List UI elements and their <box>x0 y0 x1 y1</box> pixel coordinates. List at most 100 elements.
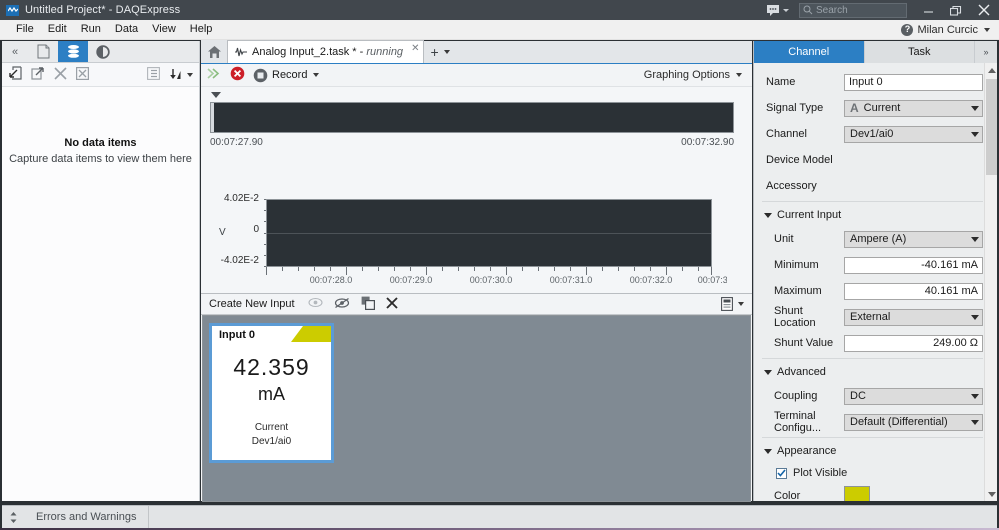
field-shunt-location-label: Shunt Location <box>774 305 816 329</box>
configuration-body: Name Input 0 Signal Type A Current Chann… <box>754 63 997 501</box>
home-icon <box>207 45 221 58</box>
menu-data[interactable]: Data <box>108 20 145 39</box>
menu-edit[interactable]: Edit <box>41 20 74 39</box>
field-channel-label: Channel <box>766 128 807 140</box>
collapse-left-icon[interactable]: « <box>2 41 28 62</box>
main-workspace: Analog Input_2.task * - running ✕ + Reco… <box>201 40 752 502</box>
sidebar-tab-data[interactable] <box>58 41 88 62</box>
field-device-model: Device Model <box>754 147 997 173</box>
plot-visible-checkbox[interactable] <box>776 467 787 479</box>
menu-view[interactable]: View <box>145 20 183 39</box>
scrollbar-thumb[interactable] <box>986 79 997 175</box>
window-title: Untitled Project* - DAQExpress <box>25 4 181 16</box>
feedback-chat-icon[interactable] <box>766 4 789 17</box>
expand-up-down-icon[interactable] <box>2 511 24 524</box>
shunt-value-input[interactable]: 249.00 Ω <box>844 334 983 352</box>
signal-plot[interactable] <box>266 199 712 267</box>
record-button[interactable]: Record <box>253 68 320 83</box>
y-axis-labels: 4.02E-2 0 -4.02E-2 <box>201 193 263 273</box>
data-panel-toolbar <box>2 63 199 87</box>
delete-input-button[interactable] <box>385 296 398 312</box>
field-signal-type-label: Signal Type <box>766 102 824 114</box>
chevron-down-icon <box>971 131 979 137</box>
title-bar-controls: Search <box>766 0 999 20</box>
section-appearance-label: Appearance <box>777 445 837 457</box>
terminal-configuration-select[interactable]: Default (Differential) <box>844 413 983 431</box>
field-plot-visible[interactable]: Plot Visible <box>754 462 997 484</box>
close-icon[interactable]: ✕ <box>411 43 419 54</box>
graphing-options-button[interactable]: Graphing Options <box>644 69 742 81</box>
stop-button[interactable] <box>230 66 245 84</box>
section-advanced[interactable]: Advanced <box>754 361 997 383</box>
signal-type-select[interactable]: A Current <box>844 99 983 117</box>
user-account-area[interactable]: ? Milan Curcic <box>901 23 990 36</box>
scroll-up-button[interactable] <box>985 63 997 77</box>
field-terminal-label: Terminal Configu... <box>774 410 822 434</box>
close-button[interactable] <box>969 0 999 20</box>
section-current-input[interactable]: Current Input <box>754 204 997 226</box>
shunt-location-select[interactable]: External <box>844 308 983 326</box>
run-button[interactable] <box>207 67 222 83</box>
search-box[interactable]: Search <box>799 2 907 18</box>
import-button[interactable] <box>8 66 22 83</box>
tab-channel[interactable]: Channel <box>754 41 865 63</box>
chevron-down-icon <box>764 212 772 218</box>
expand-right-icon[interactable]: » <box>975 41 997 63</box>
field-name-label: Name <box>766 76 796 88</box>
field-coupling: Coupling DC <box>754 383 997 409</box>
waveform-icon <box>235 47 247 57</box>
export-button[interactable] <box>31 66 45 83</box>
minimum-input[interactable]: -40.161 mA <box>844 256 983 274</box>
new-tab-button[interactable]: + <box>424 40 455 63</box>
menu-help[interactable]: Help <box>183 20 220 39</box>
show-input-button[interactable] <box>308 297 323 311</box>
timeline-timestamps: 00:07:27.90 00:07:32.90 <box>210 137 734 148</box>
scrubber-handle[interactable] <box>211 103 214 132</box>
section-advanced-label: Advanced <box>777 366 826 378</box>
field-color: Color <box>754 484 997 501</box>
scroll-down-button[interactable] <box>985 487 997 501</box>
sidebar-tab-device[interactable] <box>88 41 118 62</box>
delete-all-button[interactable] <box>76 66 90 83</box>
new-tab-label: + <box>430 43 439 60</box>
duplicate-input-button[interactable] <box>361 296 375 313</box>
errors-and-warnings-button[interactable]: Errors and Warnings <box>24 506 150 528</box>
panel-layout-button[interactable] <box>721 297 744 311</box>
home-tab[interactable] <box>201 40 227 63</box>
minimize-button[interactable] <box>915 0 942 20</box>
configuration-scrollbar[interactable] <box>984 63 997 501</box>
maximum-input[interactable]: 40.161 mA <box>844 282 983 300</box>
input-card-signal: Current <box>254 422 289 433</box>
signal-type-value: Current <box>863 102 901 114</box>
tab-task[interactable]: Task <box>864 41 975 63</box>
coupling-value: DC <box>850 390 866 402</box>
input-toolbar: Create New Input <box>201 294 752 315</box>
divider <box>762 201 983 202</box>
help-question-icon[interactable]: ? <box>901 23 914 36</box>
channel-select[interactable]: Dev1/ai0 <box>844 125 983 143</box>
maximize-button[interactable] <box>942 0 969 20</box>
unit-select[interactable]: Ampere (A) <box>844 230 983 248</box>
menu-run[interactable]: Run <box>74 20 108 39</box>
export-arrow-icon <box>31 67 44 80</box>
database-stack-icon <box>67 45 79 58</box>
hide-input-button[interactable] <box>334 297 350 312</box>
document-tab-analog-input[interactable]: Analog Input_2.task * - running ✕ <box>227 40 425 63</box>
plot-visible-label: Plot Visible <box>793 467 848 479</box>
timeline-scrubber[interactable] <box>210 102 734 133</box>
input-card[interactable]: Input 0 42.359 mA Current Dev1/ai0 <box>209 323 334 463</box>
field-maximum-label: Maximum <box>774 285 822 297</box>
menu-file[interactable]: File <box>9 20 41 39</box>
coupling-select[interactable]: DC <box>844 387 983 405</box>
sort-button[interactable] <box>169 68 193 81</box>
chevron-down-icon <box>443 49 450 54</box>
delete-button[interactable] <box>54 66 67 83</box>
name-input[interactable]: Input 0 <box>844 73 983 91</box>
section-appearance[interactable]: Appearance <box>754 440 997 462</box>
field-maximum: Maximum 40.161 mA <box>754 278 997 304</box>
sidebar-tab-project[interactable] <box>28 41 58 62</box>
data-panel: « No data items Capture data items to vi… <box>2 41 200 501</box>
list-view-button[interactable] <box>147 66 160 83</box>
create-new-input-button[interactable]: Create New Input <box>209 298 295 310</box>
color-swatch[interactable] <box>844 486 870 501</box>
